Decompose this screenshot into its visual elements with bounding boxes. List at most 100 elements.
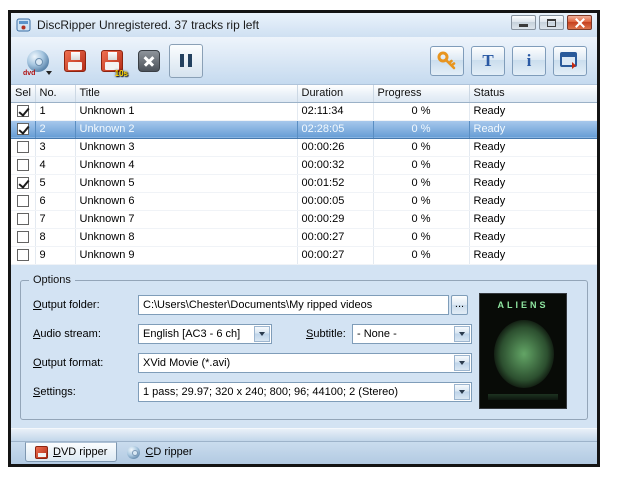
titlebar[interactable]: DiscRipper Unregistered. 37 tracks rip l… [11, 13, 597, 37]
browse-folder-button[interactable]: ... [451, 295, 468, 315]
cell-sel [11, 138, 36, 157]
dvd-tag-label: dvd [23, 69, 36, 77]
tab-bar: DVD ripper CD ripper [11, 442, 597, 464]
table-row[interactable]: 4 Unknown 4 00:00:32 0 % Ready [11, 156, 597, 175]
cell-duration: 00:00:32 [297, 156, 374, 175]
cell-progress: 0 % [373, 156, 470, 175]
pause-button[interactable] [169, 43, 203, 78]
format-dropdown-arrow-icon[interactable] [454, 355, 470, 371]
track-checkbox[interactable] [16, 159, 29, 172]
pause-icon [180, 54, 192, 67]
cell-progress: 0 % [373, 192, 470, 211]
settings-label: Settings: [33, 386, 76, 398]
column-header-progress[interactable]: Progress [373, 85, 470, 103]
track-checkbox[interactable] [16, 141, 29, 154]
cell-sel [11, 156, 36, 175]
track-checkbox[interactable] [16, 105, 29, 118]
cell-sel [11, 228, 36, 247]
table-row[interactable]: 7 Unknown 7 00:00:29 0 % Ready [11, 210, 597, 229]
output-folder-input[interactable] [138, 295, 449, 315]
key-icon [436, 50, 458, 72]
maximize-icon [547, 18, 556, 27]
cell-title: Unknown 3 [75, 138, 298, 157]
close-button[interactable] [567, 15, 592, 30]
close-icon [575, 18, 585, 28]
column-header-title[interactable]: Title [75, 85, 298, 103]
cancel-x-icon [138, 49, 160, 72]
cell-duration: 00:00:26 [297, 138, 374, 157]
cell-title: Unknown 2 [75, 120, 298, 139]
app-icon [16, 18, 31, 32]
cell-status: Ready [469, 120, 597, 139]
cell-status: Ready [469, 102, 597, 121]
cell-duration: 02:28:05 [297, 120, 374, 139]
track-checkbox[interactable] [16, 213, 29, 226]
track-checkbox[interactable] [16, 231, 29, 244]
audio-dropdown-arrow-icon[interactable] [254, 326, 270, 342]
dvd-ripper-icon [35, 445, 48, 459]
window-title: DiscRipper Unregistered. 37 tracks rip l… [37, 18, 260, 32]
dvd-disc-icon [27, 49, 49, 72]
tab-cd-ripper[interactable]: CD ripper [117, 442, 202, 462]
text-button[interactable]: T [471, 45, 505, 76]
dvd-source-button[interactable]: dvd [21, 44, 55, 78]
cell-status: Ready [469, 156, 597, 175]
table-row[interactable]: 1 Unknown 1 02:11:34 0 % Ready [11, 102, 597, 121]
info-button[interactable]: i [512, 45, 546, 76]
table-row[interactable]: 2 Unknown 2 02:28:05 0 % Ready [11, 120, 597, 139]
table-row[interactable]: 8 Unknown 8 00:00:27 0 % Ready [11, 228, 597, 247]
column-header-no[interactable]: No. [35, 85, 76, 103]
cell-progress: 0 % [373, 210, 470, 229]
cell-no: 5 [35, 174, 76, 193]
cell-status: Ready [469, 192, 597, 211]
column-header-status[interactable]: Status [469, 85, 597, 103]
table-row[interactable]: 5 Unknown 5 00:01:52 0 % Ready [11, 174, 597, 193]
cell-sel [11, 246, 36, 265]
rip-button[interactable] [58, 44, 92, 78]
cell-title: Unknown 1 [75, 102, 298, 121]
cell-sel [11, 174, 36, 193]
audio-stream-select[interactable]: English [AC3 - 6 ch] [138, 324, 272, 344]
subtitle-select[interactable]: - None - [352, 324, 472, 344]
track-checkbox[interactable] [16, 177, 29, 190]
movie-poster: ALIENS [479, 293, 567, 409]
cell-progress: 0 % [373, 174, 470, 193]
track-checkbox[interactable] [16, 195, 29, 208]
cell-title: Unknown 4 [75, 156, 298, 175]
settings-window-icon [559, 51, 581, 71]
cell-sel [11, 102, 36, 121]
subtitle-value: - None - [357, 328, 397, 340]
toolbar: dvd 10s T i [11, 37, 597, 85]
maximize-button[interactable] [539, 15, 564, 30]
minimize-button[interactable] [511, 15, 536, 30]
cell-duration: 02:11:34 [297, 102, 374, 121]
column-header-sel[interactable]: Sel [11, 85, 36, 103]
poster-glow [494, 320, 554, 388]
minimize-icon [519, 24, 528, 27]
table-header-row: Sel No. Title Duration Progress Status [11, 85, 597, 103]
track-checkbox[interactable] [16, 249, 29, 262]
subtitle-dropdown-arrow-icon[interactable] [454, 326, 470, 342]
audio-stream-value: English [AC3 - 6 ch] [143, 328, 241, 340]
cell-no: 7 [35, 210, 76, 229]
cell-duration: 00:00:27 [297, 228, 374, 247]
register-button[interactable] [430, 45, 464, 76]
table-row[interactable]: 6 Unknown 6 00:00:05 0 % Ready [11, 192, 597, 211]
track-checkbox[interactable] [16, 123, 29, 136]
cancel-button[interactable] [132, 44, 166, 78]
table-row[interactable]: 9 Unknown 9 00:00:27 0 % Ready [11, 246, 597, 265]
table-row[interactable]: 3 Unknown 3 00:00:26 0 % Ready [11, 138, 597, 157]
info-icon: i [526, 51, 532, 70]
cell-no: 2 [35, 120, 76, 139]
column-header-duration[interactable]: Duration [297, 85, 374, 103]
output-format-select[interactable]: XVid Movie (*.avi) [138, 353, 472, 373]
tab-dvd-ripper-label: DVD ripper [53, 446, 108, 458]
cell-status: Ready [469, 174, 597, 193]
cell-duration: 00:00:05 [297, 192, 374, 211]
rip-10s-preview-button[interactable]: 10s [95, 44, 129, 78]
cell-sel [11, 210, 36, 229]
settings-button[interactable] [553, 45, 587, 76]
settings-dropdown-arrow-icon[interactable] [454, 384, 470, 400]
tab-dvd-ripper[interactable]: DVD ripper [25, 442, 118, 462]
settings-select[interactable]: 1 pass; 29.97; 320 x 240; 800; 96; 44100… [138, 382, 472, 402]
